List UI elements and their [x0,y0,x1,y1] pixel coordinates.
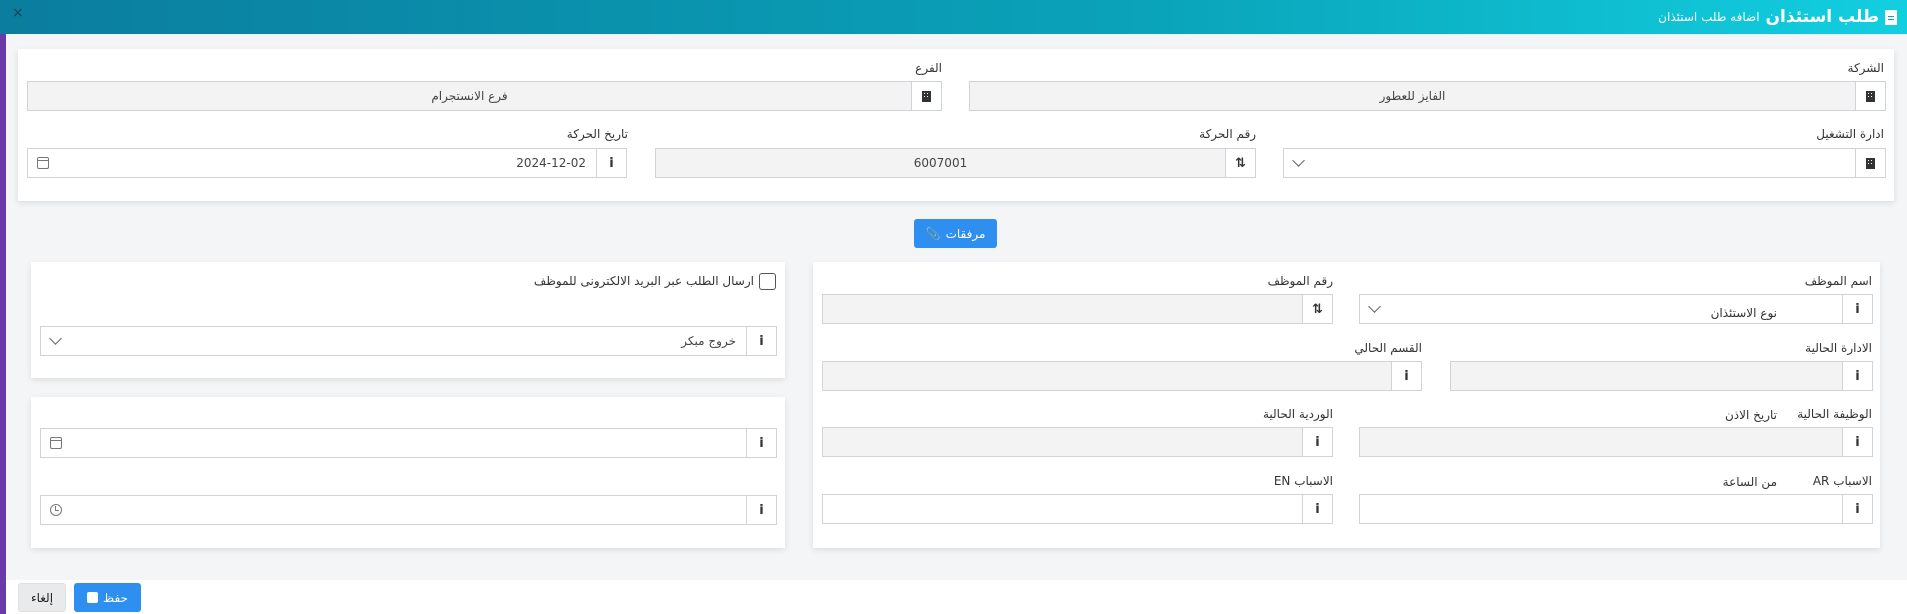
building-icon [911,82,941,110]
chevron-down-icon [1368,300,1381,313]
cancel-button[interactable]: إلغاء [18,583,66,612]
save-button[interactable]: حفظ [74,583,141,612]
movement-number-field: 6007001 ⇅ [655,148,1256,178]
info-icon: i [1391,362,1421,390]
sort-icon: ⇅ [1302,295,1332,323]
employee-number-field: ⇅ [822,294,1333,324]
footer-bar [6,580,1907,614]
from-time-field[interactable]: i [40,495,777,525]
movement-number-value: 6007001 [913,156,968,170]
permission-time-panel [31,397,785,548]
attachments-label: مرفقات [945,226,986,241]
reasons-ar-input[interactable]: i [1359,494,1873,524]
branch-label: الفرع [915,61,942,75]
page-subtitle: اضافه طلب استئذان [1658,10,1760,24]
send-email-checkbox[interactable] [759,273,776,290]
permission-type-select[interactable]: خروج مبكر i [40,326,777,356]
info-icon: i [746,327,776,355]
permission-date-field[interactable]: i [40,428,777,458]
cancel-label: إلغاء [30,590,54,605]
company-label: الشركة [1847,61,1884,75]
info-icon: i [596,149,626,177]
calendar-icon[interactable] [50,437,62,449]
paperclip-icon: 📎 [925,226,941,241]
current-department-field: i [1450,361,1873,391]
current-department-label: الادارة الحالية [1805,341,1872,355]
info-icon: i [1842,295,1872,323]
left-accent-bar [0,0,6,614]
company-field: الفايز للعطور [969,81,1886,111]
current-shift-label: الوردية الحالية [1262,407,1333,421]
movement-number-label: رقم الحركة [1199,127,1256,141]
branch-value: فرع الانستجرام [431,89,508,103]
movement-date-value: 2024-12-02 [516,156,586,170]
employee-number-label: رقم الموظف [1267,274,1333,288]
chevron-down-icon [49,332,62,345]
current-section-field: i [822,361,1422,391]
info-icon: i [1842,362,1872,390]
close-icon[interactable]: × [12,5,24,21]
movement-date-field[interactable]: 2024-12-02 i [27,148,627,178]
chevron-down-icon [1292,154,1305,167]
document-icon [1885,9,1897,25]
info-icon: i [1302,428,1332,456]
permission-date-label: تاريخ الاذن [1724,408,1777,422]
reasons-en-input[interactable]: i [822,494,1333,524]
sort-icon: ⇅ [1225,149,1255,177]
operations-dept-label: ادارة التشغيل [1816,127,1884,141]
info-icon: i [1842,428,1872,456]
info-icon: i [1842,495,1872,523]
from-time-label: من الساعة [1722,475,1777,489]
send-email-label: ارسال الطلب عبر البريد الالكترونى للموظف [533,274,754,288]
save-icon [87,592,99,603]
permission-type-label: نوع الاستئذان [1710,306,1777,320]
save-label: حفظ [103,590,128,605]
operations-dept-select[interactable] [1283,148,1886,178]
clock-icon[interactable] [50,504,62,516]
dialog-header: × طلب استئذان اضافه طلب استئذان [0,0,1907,34]
current-shift-field: i [822,427,1333,457]
employee-name-select[interactable]: i [1359,294,1873,324]
employee-name-label: اسم الموظف [1804,274,1872,288]
permission-type-value: خروج مبكر [681,334,736,348]
building-icon [1855,149,1885,177]
movement-date-label: تاريخ الحركة [566,127,628,141]
building-icon [1855,82,1885,110]
info-icon: i [1302,495,1332,523]
current-job-field: i [1359,427,1873,457]
reasons-ar-label: الاسباب AR [1812,474,1872,488]
info-icon: i [746,496,776,524]
attachments-button[interactable]: 📎 مرفقات [914,219,997,248]
info-icon: i [746,429,776,457]
current-section-label: القسم الحالي [1354,341,1422,355]
page-title: طلب استئذان [1765,7,1879,27]
company-value: الفايز للعطور [1379,89,1446,103]
current-job-label: الوظيفة الحالية [1797,407,1872,421]
calendar-icon[interactable] [37,157,49,169]
reasons-en-label: الاسباب EN [1273,474,1333,488]
company-info-panel [18,49,1894,201]
header-title-group: طلب استئذان اضافه طلب استئذان [1658,7,1897,27]
branch-field: فرع الانستجرام [27,81,942,111]
